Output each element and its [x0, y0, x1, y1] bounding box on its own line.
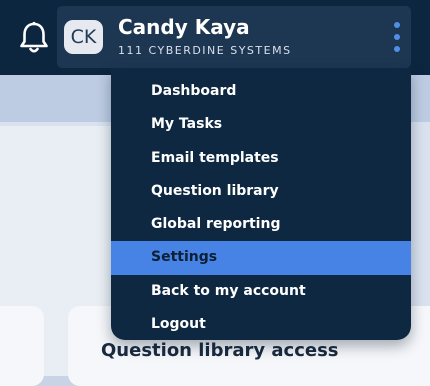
organization-name: 111 CYBERDINE SYSTEMS — [118, 44, 292, 57]
menu-item-settings[interactable]: Settings — [111, 241, 411, 275]
user-dropdown-menu: Dashboard My Tasks Email templates Question… — [111, 68, 411, 340]
top-navigation-bar: CK Candy Kaya 111 CYBERDINE SYSTEMS — [0, 0, 430, 75]
menu-item-question-library[interactable]: Question library — [111, 175, 411, 208]
bell-icon[interactable] — [18, 20, 50, 56]
side-card — [0, 306, 44, 386]
kebab-menu-icon[interactable] — [391, 21, 403, 53]
user-name: Candy Kaya — [118, 15, 250, 39]
menu-item-logout[interactable]: Logout — [111, 308, 411, 340]
menu-item-dashboard[interactable]: Dashboard — [111, 75, 411, 108]
user-account-card[interactable]: CK Candy Kaya 111 CYBERDINE SYSTEMS — [57, 6, 411, 68]
menu-item-email-templates[interactable]: Email templates — [111, 142, 411, 175]
card-title: Question library access — [101, 340, 339, 361]
menu-item-global-reporting[interactable]: Global reporting — [111, 208, 411, 241]
menu-item-back-to-my-account[interactable]: Back to my account — [111, 275, 411, 308]
avatar: CK — [64, 20, 103, 54]
menu-list: Dashboard My Tasks Email templates Question… — [111, 68, 411, 340]
menu-item-my-tasks[interactable]: My Tasks — [111, 108, 411, 141]
